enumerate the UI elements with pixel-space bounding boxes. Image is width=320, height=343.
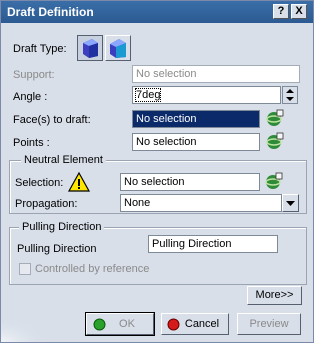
cancel-red-icon xyxy=(167,318,180,331)
spinner-arrows-icon xyxy=(286,89,294,101)
element-list-icon xyxy=(266,109,284,126)
draft-type-variable-button[interactable] xyxy=(105,35,131,61)
angle-spinner[interactable] xyxy=(282,86,298,104)
support-field[interactable]: No selection xyxy=(132,65,300,83)
pulling-direction-field[interactable]: Pulling Direction xyxy=(148,235,278,253)
warning-icon xyxy=(67,171,91,192)
points-label: Points : xyxy=(13,137,50,149)
propagation-dropdown-button[interactable] xyxy=(282,194,299,212)
ok-green-icon xyxy=(93,318,106,331)
neutral-element-title: Neutral Element xyxy=(21,154,106,166)
catia-logo-graphic xyxy=(1,319,45,342)
cancel-label: Cancel xyxy=(184,318,220,330)
controlled-by-reference-label: Controlled by reference xyxy=(35,263,150,275)
draft-definition-dialog: Draft Definition ? X Draft Type: Support… xyxy=(0,0,314,343)
support-label: Support: xyxy=(13,69,55,81)
cancel-button[interactable]: Cancel xyxy=(161,313,229,335)
ok-label: OK xyxy=(119,318,135,330)
draft-variable-icon xyxy=(110,39,126,58)
element-list-icon xyxy=(266,132,284,149)
angle-input[interactable]: 7deg xyxy=(132,86,281,104)
close-button[interactable]: X xyxy=(291,4,307,19)
propagation-select[interactable]: None xyxy=(120,194,282,212)
points-pick-button[interactable] xyxy=(264,132,284,151)
faces-label: Face(s) to draft: xyxy=(13,114,91,126)
more-button[interactable]: More>> xyxy=(247,286,302,305)
draft-type-basic-button[interactable] xyxy=(77,35,103,61)
element-list-icon xyxy=(265,172,283,189)
preview-button[interactable]: Preview xyxy=(237,313,301,335)
neutral-pick-button[interactable] xyxy=(263,172,283,191)
draft-basic-icon xyxy=(83,39,98,58)
angle-label: Angle : xyxy=(13,91,48,103)
title-bar[interactable]: Draft Definition ? X xyxy=(1,1,313,23)
faces-field[interactable]: No selection xyxy=(132,110,260,128)
chevron-down-icon xyxy=(286,201,295,206)
controlled-by-reference-checkbox[interactable] xyxy=(19,263,31,275)
help-button[interactable]: ? xyxy=(273,4,289,19)
draft-type-label: Draft Type: xyxy=(13,43,67,55)
neutral-selection-field[interactable]: No selection xyxy=(120,173,260,191)
faces-pick-button[interactable] xyxy=(264,109,284,128)
neutral-selection-label: Selection: xyxy=(15,177,64,189)
ok-button[interactable]: OK xyxy=(85,312,155,336)
pulling-direction-label: Pulling Direction xyxy=(17,243,97,255)
angle-value: 7deg xyxy=(134,88,162,102)
pulling-direction-title: Pulling Direction xyxy=(19,221,105,233)
points-field[interactable]: No selection xyxy=(132,133,260,151)
dialog-title: Draft Definition xyxy=(7,5,94,19)
propagation-label: Propagation: xyxy=(15,198,78,210)
